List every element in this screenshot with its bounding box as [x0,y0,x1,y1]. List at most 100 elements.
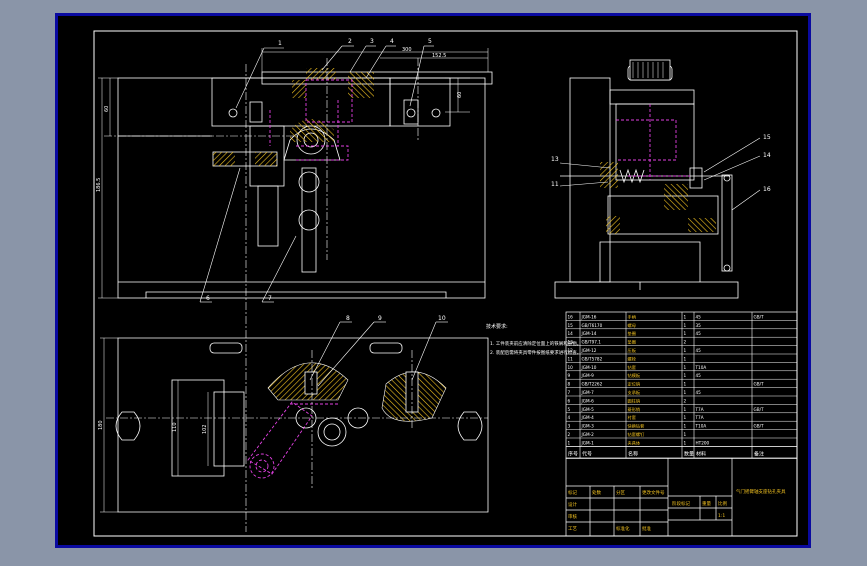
bom-cell: 螺栓 [628,355,637,362]
dim-plan-inner2: 102 [202,424,208,434]
title-role-3: 标准化 [616,525,630,532]
balloon-7: 7 [268,295,272,302]
bom-cell: JGM-6 [581,398,595,403]
bom-cell: JGM-10 [581,365,597,370]
scale-label: 比例 [718,500,727,507]
bom-cell: 10 [568,365,574,370]
balloon-16: 16 [763,186,771,193]
bom-cell: JGM-9 [581,373,595,378]
bom-cell: 12 [568,348,574,353]
balloon-9: 9 [378,315,382,322]
side-hatch-left [600,162,618,188]
title-role-4: 批准 [642,525,651,532]
balloon-13: 13 [551,156,559,163]
bom-cell: 1 [684,432,687,437]
bom-cell: 垫圈 [628,339,636,346]
bom-cell: 1 [684,373,687,378]
front-hatch-bushing [306,68,336,80]
bom-cell: 1 [568,440,571,445]
balloon-2: 2 [348,38,352,45]
bom-cell: GB/T97.1 [582,340,602,345]
bom-header-cell: 备注 [754,450,764,457]
bom-cell: 垫圈 [628,330,636,337]
front-hatch-block-r [255,152,277,166]
bom-cell: GB/T [754,382,765,387]
front-hatch-left [292,80,306,98]
dim-plan-left: 180 [98,420,104,430]
dim-left-v1: 60 [104,106,110,112]
bom-cell: 钻套螺钉 [628,431,646,438]
bom-cell: 1 [684,424,687,429]
bom-cell: 支承板 [628,389,641,396]
bom-cell: HT200 [696,440,710,445]
bom-header-cell: 材料 [696,450,706,457]
bom-cell: 45 [696,390,702,395]
bom-cell: JGM-2 [581,432,595,437]
bom-cell: JGM-12 [581,348,597,353]
bom-cell: 1 [684,365,687,370]
bom-cell: 45 [696,331,702,336]
bom-cell: 1 [684,323,687,328]
bom-cell: 2 [684,398,687,403]
bom-cell: 45 [696,373,702,378]
bom-cell: 菱形销 [628,406,641,413]
dim-top-width: 300 [402,47,412,53]
bom-cell: GB/T5782 [582,356,603,361]
title-mark-0: 标记 [568,489,577,496]
bom-cell: 1 [684,348,687,353]
bom-cell: 5 [568,407,571,412]
cad-viewport[interactable]: 300 152.5 60 60 186.5 1 2 3 4 5 6 7 13 1… [0,0,867,562]
balloon-3: 3 [370,38,374,45]
dim-top-height: 60 [457,92,463,98]
bom-cell: 钻模板 [628,372,641,379]
side-hatch-right [688,218,716,232]
stage-label: 阶段标记 [672,500,690,507]
weight-label: 重量 [702,500,711,507]
balloon-10: 10 [438,315,446,322]
bom-cell: JGM-7 [581,390,595,395]
bom-cell: 4 [568,415,571,420]
bom-cell: 1 [684,382,687,387]
bom-cell: 6 [568,398,571,403]
bom-cell: 15 [568,323,574,328]
plan-bolt [304,371,318,395]
balloon-4: 4 [390,38,394,45]
bom-cell: JGM-5 [581,407,595,412]
bom-cell: 定位销 [628,381,641,388]
bom-cell: 1 [684,415,687,420]
tech-req-title: 技术要求: [486,323,508,330]
bom-cell: 13 [568,340,574,345]
balloon-5: 5 [428,38,432,45]
bom-cell: 45 [696,314,702,319]
bom-cell: GB/T [754,314,765,319]
balloon-8: 8 [346,315,350,322]
bom-cell: GB/T6170 [582,323,603,328]
drawing-title: 气门摇臂轴支座钻孔夹具 [736,488,786,495]
bom-cell: 快换钻套 [628,423,646,430]
bom-cell: 35 [696,323,702,328]
bom-header-cell: 代号 [582,450,592,457]
dim-plan-inner: 110 [172,422,178,432]
bom-cell: 7 [568,390,571,395]
bom-cell: GB/T [754,424,765,429]
bom-cell: 夹具体 [628,439,641,446]
bom-cell: 钻套 [628,364,637,371]
bom-cell: 手柄 [628,313,636,320]
bom-cell: 1 [684,331,687,336]
bom-cell: 压板 [628,347,637,354]
bom-cell: 1 [684,407,687,412]
bom-cell: 1 [684,390,687,395]
side-knob [629,59,671,81]
scale-value: 1:1 [718,513,725,519]
bom-cell: T10A [695,424,707,429]
balloon-15: 15 [763,134,771,141]
bom-cell: 1 [684,356,687,361]
balloon-1: 1 [278,40,282,47]
bom-cell: 8 [568,382,571,387]
bom-cell: JGM-1 [581,440,595,445]
bom-cell: T7A [695,407,704,412]
bom-cell: 9 [568,373,571,378]
bom-cell: 螺母 [628,322,636,329]
bom-cell: 16 [568,314,574,319]
bom-cell: JGM-14 [581,331,597,336]
